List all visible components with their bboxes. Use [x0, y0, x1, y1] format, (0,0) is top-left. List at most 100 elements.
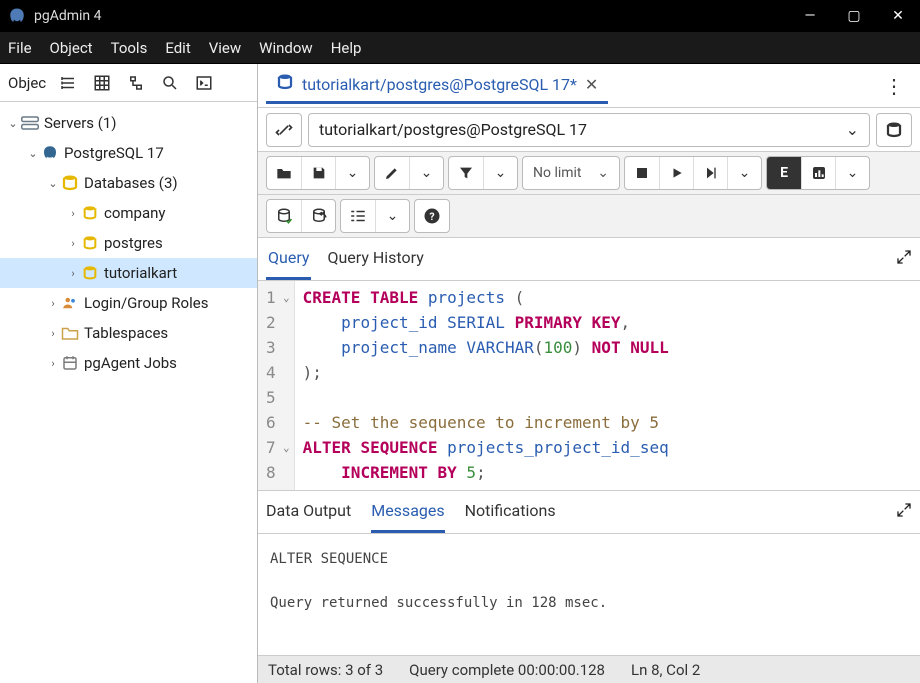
editor-tab-title: tutorialkart/postgres@PostgreSQL 17*	[302, 75, 577, 94]
execute-to-file-button[interactable]	[693, 157, 727, 189]
sql-editor[interactable]: 1⌄ 2 3 4 5 6 7⌄ 8 CREATE TABLE projects …	[258, 281, 920, 491]
execute-dropdown[interactable]: ⌄	[727, 157, 761, 189]
sidebar-toolbar: Objec	[0, 64, 257, 102]
tab-query-history[interactable]: Query History	[325, 238, 425, 280]
properties-icon[interactable]	[52, 69, 84, 97]
chevron-down-icon[interactable]: ⌄	[26, 147, 40, 160]
menu-edit[interactable]: Edit	[165, 39, 190, 57]
chevron-right-icon[interactable]: ›	[46, 327, 60, 340]
svg-text:?: ?	[429, 210, 434, 223]
chevron-right-icon[interactable]: ›	[66, 237, 80, 250]
limit-select[interactable]: No limit ⌄	[523, 157, 619, 189]
chevron-right-icon[interactable]: ›	[66, 207, 80, 220]
disconnect-button[interactable]	[266, 113, 302, 147]
elephant-icon	[40, 144, 60, 162]
fold-icon[interactable]: ⌄	[280, 435, 290, 460]
tree-label: Databases (3)	[84, 174, 178, 192]
menu-help[interactable]: Help	[331, 39, 362, 57]
macros-dropdown[interactable]: ⌄	[375, 200, 409, 232]
database-icon	[80, 205, 100, 221]
tab-query[interactable]: Query	[266, 238, 311, 280]
edit-dropdown[interactable]: ⌄	[409, 157, 443, 189]
tree-databases[interactable]: ⌄ Databases (3)	[0, 168, 257, 198]
message-line: Query returned successfully in 128 msec.	[270, 592, 908, 614]
filter-button[interactable]	[449, 157, 483, 189]
tree-label: Tablespaces	[84, 324, 168, 342]
tree-label: company	[104, 204, 166, 222]
help-button[interactable]: ?	[415, 200, 449, 232]
query-toolbar-2: ⌄ ?	[258, 195, 920, 238]
window-close-icon[interactable]: ✕	[890, 8, 906, 24]
editor-tabbar: tutorialkart/postgres@PostgreSQL 17* ✕ ⋮	[258, 64, 920, 108]
folder-icon	[60, 325, 80, 341]
explain-button[interactable]: E	[767, 157, 801, 189]
tree-db-tutorialkart[interactable]: › tutorialkart	[0, 258, 257, 288]
statusbar: Total rows: 3 of 3 Query complete 00:00:…	[258, 655, 920, 683]
terminal-icon[interactable]	[188, 69, 220, 97]
grid-icon[interactable]	[86, 69, 118, 97]
expand-icon[interactable]	[896, 249, 912, 269]
fold-icon[interactable]: ⌄	[280, 285, 290, 310]
expand-icon[interactable]	[896, 502, 912, 522]
search-icon[interactable]	[154, 69, 186, 97]
chevron-down-icon[interactable]: ⌄	[46, 177, 60, 190]
commit-button[interactable]	[267, 200, 301, 232]
rollback-button[interactable]	[301, 200, 335, 232]
filter-dropdown[interactable]: ⌄	[483, 157, 517, 189]
status-time: Query complete 00:00:00.128	[409, 661, 605, 679]
menubar: File Object Tools Edit View Window Help	[0, 32, 920, 64]
execute-button[interactable]	[659, 157, 693, 189]
tab-data-output[interactable]: Data Output	[266, 491, 351, 533]
chart-dropdown[interactable]: ⌄	[835, 157, 869, 189]
menu-view[interactable]: View	[209, 39, 241, 57]
chevron-right-icon[interactable]: ›	[46, 357, 60, 370]
open-button[interactable]	[267, 157, 301, 189]
window-title: pgAdmin 4	[34, 8, 102, 24]
save-button[interactable]	[301, 157, 335, 189]
limit-label: No limit	[533, 165, 582, 181]
stop-button[interactable]	[625, 157, 659, 189]
chevron-right-icon[interactable]: ›	[46, 297, 60, 310]
messages-panel[interactable]: ALTER SEQUENCE Query returned successful…	[258, 534, 920, 655]
server-button[interactable]	[876, 113, 912, 147]
tree-label: Servers (1)	[44, 114, 117, 132]
app-icon	[8, 7, 26, 25]
output-tabs: Data Output Messages Notifications	[258, 491, 920, 534]
tab-notifications[interactable]: Notifications	[465, 491, 556, 533]
tree-jobs[interactable]: › pgAgent Jobs	[0, 348, 257, 378]
chart-button[interactable]	[801, 157, 835, 189]
chevron-down-icon[interactable]: ⌄	[846, 120, 859, 139]
tree-label: pgAgent Jobs	[84, 354, 177, 372]
edit-button[interactable]	[375, 157, 409, 189]
window-maximize-icon[interactable]: ▢	[846, 8, 862, 24]
save-dropdown[interactable]: ⌄	[335, 157, 369, 189]
tree[interactable]: ⌄ Servers (1) ⌄ PostgreSQL 17 ⌄ Database…	[0, 102, 257, 683]
chevron-right-icon[interactable]: ›	[66, 267, 80, 280]
tree-db-company[interactable]: › company	[0, 198, 257, 228]
connection-select[interactable]: tutorialkart/postgres@PostgreSQL 17 ⌄	[308, 113, 870, 147]
sidebar-title: Objec	[4, 74, 50, 92]
menu-window[interactable]: Window	[259, 39, 313, 57]
tree-servers[interactable]: ⌄ Servers (1)	[0, 108, 257, 138]
menu-tools[interactable]: Tools	[111, 39, 148, 57]
menu-file[interactable]: File	[8, 39, 32, 57]
connection-text: tutorialkart/postgres@PostgreSQL 17	[319, 120, 587, 139]
tab-messages[interactable]: Messages	[371, 491, 444, 533]
tree-label: PostgreSQL 17	[64, 144, 164, 162]
users-icon	[60, 294, 80, 312]
kebab-icon[interactable]: ⋮	[876, 74, 912, 98]
tree-tablespaces[interactable]: › Tablespaces	[0, 318, 257, 348]
tree-label: postgres	[104, 234, 163, 252]
tree-roles[interactable]: › Login/Group Roles	[0, 288, 257, 318]
editor-tab[interactable]: tutorialkart/postgres@PostgreSQL 17* ✕	[266, 67, 608, 104]
window-minimize-icon[interactable]: —	[802, 8, 818, 24]
chevron-down-icon[interactable]: ⌄	[6, 117, 20, 130]
editor-code[interactable]: CREATE TABLE projects ( project_id SERIA…	[295, 281, 677, 490]
close-icon[interactable]: ✕	[585, 75, 598, 94]
tree-server[interactable]: ⌄ PostgreSQL 17	[0, 138, 257, 168]
hierarchy-icon[interactable]	[120, 69, 152, 97]
database-icon	[80, 235, 100, 251]
tree-db-postgres[interactable]: › postgres	[0, 228, 257, 258]
menu-object[interactable]: Object	[50, 39, 93, 57]
macros-button[interactable]	[341, 200, 375, 232]
